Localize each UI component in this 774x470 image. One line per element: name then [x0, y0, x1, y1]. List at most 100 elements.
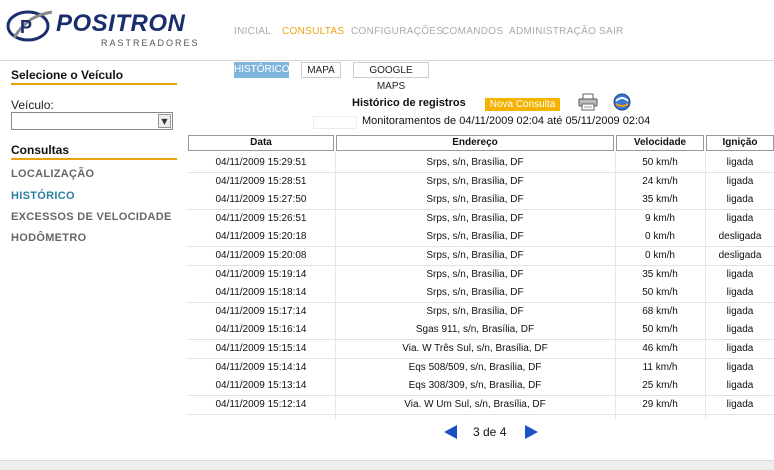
table-row[interactable]: 04/11/2009 15:27:50 Srps, s/n, Brasília, …: [187, 191, 774, 211]
table-row[interactable]: 04/11/2009 15:15:14 Via. W Três Sul, s/n,…: [187, 340, 774, 359]
tab-google-maps[interactable]: GOOGLE MAPS: [353, 62, 429, 92]
cell-endereco: Srps, s/n, Brasília, DF: [426, 268, 524, 280]
cell-velocidade: 46 km/h: [642, 343, 678, 354]
sidebar-item-localizacao[interactable]: LOCALIZAÇÃO: [11, 168, 94, 180]
cell-ignicao: ligada: [726, 157, 754, 168]
cell-ignicao: ligada: [726, 287, 754, 299]
sidebar-item-historico[interactable]: HISTÓRICO: [11, 190, 75, 202]
cell-ignicao: desligada: [718, 231, 762, 243]
cell-data: 04/11/2009 15:14:14: [215, 361, 307, 373]
cell-velocidade: 25 km/h: [642, 380, 678, 392]
cell-ignicao: ligada: [726, 324, 754, 336]
consultas-title: Consultas: [11, 143, 70, 157]
cell-velocidade: 50 km/h: [642, 287, 678, 299]
cell-velocidade: 24 km/h: [642, 175, 678, 187]
column-divider: [335, 152, 336, 419]
table-row[interactable]: 04/11/2009 15:28:51 Srps, s/n, Brasília, …: [187, 172, 774, 192]
nav-item-comandos[interactable]: COMANDOS: [442, 26, 503, 37]
cell-ignicao: ligada: [726, 398, 754, 410]
column-header-endereco[interactable]: Endereço: [336, 135, 614, 151]
vehicle-label: Veículo:: [11, 98, 54, 112]
sidebar-item-excessos-velocidade[interactable]: EXCESSOS DE VELOCIDADE: [11, 211, 172, 223]
cell-ignicao: desligada: [718, 250, 762, 261]
cell-data: 04/11/2009 15:12:14: [215, 398, 307, 410]
sidebar-item-hodometro[interactable]: HODÔMETRO: [11, 232, 86, 244]
divider: [11, 158, 177, 160]
cell-velocidade: 35 km/h: [642, 268, 678, 280]
table-row[interactable]: 04/11/2009 15:20:18 Srps, s/n, Brasília, …: [187, 228, 774, 248]
cell-velocidade: 11 km/h: [642, 361, 678, 373]
refresh-globe-icon[interactable]: [612, 92, 632, 112]
vehicle-plate-box: [313, 116, 357, 129]
cell-data: 04/11/2009 15:16:14: [215, 324, 307, 336]
column-header-data[interactable]: Data: [188, 135, 334, 151]
cell-data: 04/11/2009 15:27:50: [215, 194, 307, 206]
monitoring-period: Monitoramentos de 04/11/2009 02:04 até 0…: [362, 115, 651, 127]
sidebar: Selecione o Veículo Veículo: ▼ Consultas…: [0, 61, 187, 469]
table-row[interactable]: 04/11/2009 15:14:14 Eqs 508/509, s/n, Bra…: [187, 358, 774, 378]
cell-endereco: Via. W Um Sul, s/n, Brasília, DF: [404, 398, 546, 410]
chevron-down-icon[interactable]: ▼: [158, 114, 171, 128]
next-page-arrow-icon[interactable]: [525, 425, 538, 439]
cell-velocidade: 9 km/h: [644, 212, 675, 224]
column-header-velocidade[interactable]: Velocidade: [616, 135, 704, 151]
cell-velocidade: 35 km/h: [642, 194, 678, 206]
tab-historico[interactable]: HISTÓRICO: [234, 62, 290, 78]
nav-item-consultas[interactable]: CONSULTAS: [282, 26, 344, 37]
brand-name: POSITRON: [56, 10, 186, 37]
cell-data: 04/11/2009 15:15:14: [215, 343, 307, 354]
header: P POSITRON RASTREADORES INICIAL CONSULTA…: [0, 0, 774, 61]
cell-ignicao: ligada: [726, 212, 754, 224]
divider: [11, 83, 177, 85]
cell-ignicao: ligada: [726, 305, 754, 317]
cell-endereco: Sgas 911, s/n, Brasília, DF: [415, 324, 535, 336]
vehicle-select[interactable]: ▼: [11, 112, 173, 130]
column-divider: [615, 152, 616, 419]
nav-item-administracao[interactable]: ADMINISTRAÇÃO: [509, 26, 596, 37]
nav-item-inicial[interactable]: INICIAL: [234, 26, 271, 37]
cell-endereco: Eqs 508/509, s/n, Brasília, DF: [408, 361, 542, 373]
cell-data: 04/11/2009 15:19:14: [215, 268, 307, 280]
table-row[interactable]: 04/11/2009 15:16:14 Sgas 911, s/n, Brasíl…: [187, 321, 774, 341]
cell-endereco: Via. W Três Sul, s/n, Brasília, DF: [402, 343, 548, 354]
table-row[interactable]: 04/11/2009 15:29:51 Srps, s/n, Brasília, …: [187, 154, 774, 173]
page-title: Histórico de registros: [352, 97, 466, 109]
table-row[interactable]: 04/11/2009 15:18:14 Srps, s/n, Brasília, …: [187, 284, 774, 304]
cell-ignicao: ligada: [726, 194, 754, 206]
table-row[interactable]: 04/11/2009 15:17:14 Srps, s/n, Brasília, …: [187, 302, 774, 322]
tab-mapa[interactable]: MAPA: [301, 62, 341, 78]
page-indicator: 3 de 4: [473, 425, 507, 439]
select-vehicle-title: Selecione o Veículo: [11, 68, 124, 82]
table-row[interactable]: 04/11/2009 15:26:51 Srps, s/n, Brasília, …: [187, 209, 774, 229]
cell-data: 04/11/2009 15:20:08: [215, 250, 307, 261]
cell-data: 04/11/2009 15:20:18: [215, 231, 307, 243]
cell-endereco: Srps, s/n, Brasília, DF: [426, 287, 524, 299]
cell-endereco: Srps, s/n, Brasília, DF: [426, 231, 524, 243]
cell-velocidade: 50 km/h: [642, 324, 678, 336]
table-row[interactable]: 04/11/2009 15:12:14 Via. W Um Sul, s/n, B…: [187, 395, 774, 415]
cell-velocidade: 29 km/h: [642, 398, 678, 410]
table-row[interactable]: 04/11/2009 15:13:14 Eqs 308/309, s/n, Bra…: [187, 377, 774, 397]
cell-data: 04/11/2009 15:13:14: [215, 380, 307, 392]
cell-endereco: Srps, s/n, Brasília, DF: [426, 194, 524, 206]
cell-velocidade: 0 km/h: [644, 231, 675, 243]
cell-ignicao: ligada: [726, 361, 754, 373]
column-header-ignicao[interactable]: Ignição: [706, 135, 774, 151]
nav-item-configuracoes[interactable]: CONFIGURAÇÕES: [351, 26, 443, 37]
positron-logo[interactable]: P POSITRON RASTREADORES: [6, 6, 198, 52]
nova-consulta-button[interactable]: Nova Consulta: [485, 98, 560, 111]
cell-data: 04/11/2009 15:26:51: [215, 212, 307, 224]
table-row[interactable]: 04/11/2009 15:20:08 Srps, s/n, Brasília, …: [187, 247, 774, 266]
cell-ignicao: ligada: [726, 175, 754, 187]
table-row[interactable]: 04/11/2009 15:19:14 Srps, s/n, Brasília, …: [187, 265, 774, 285]
cell-endereco: Eqs 308/309, s/n, Brasília, DF: [408, 380, 542, 392]
table-header: Data Endereço Velocidade Ignição: [187, 134, 774, 152]
cell-data: 04/11/2009 15:18:14: [215, 287, 307, 299]
cell-endereco: Srps, s/n, Brasília, DF: [426, 212, 524, 224]
cell-data: 04/11/2009 15:17:14: [215, 305, 307, 317]
prev-page-arrow-icon[interactable]: [444, 425, 457, 439]
printer-icon[interactable]: [578, 93, 598, 111]
nav-item-sair[interactable]: SAIR: [599, 26, 624, 37]
cell-endereco: Srps, s/n, Brasília, DF: [426, 250, 524, 261]
logo-swoosh-icon: P: [6, 10, 53, 42]
